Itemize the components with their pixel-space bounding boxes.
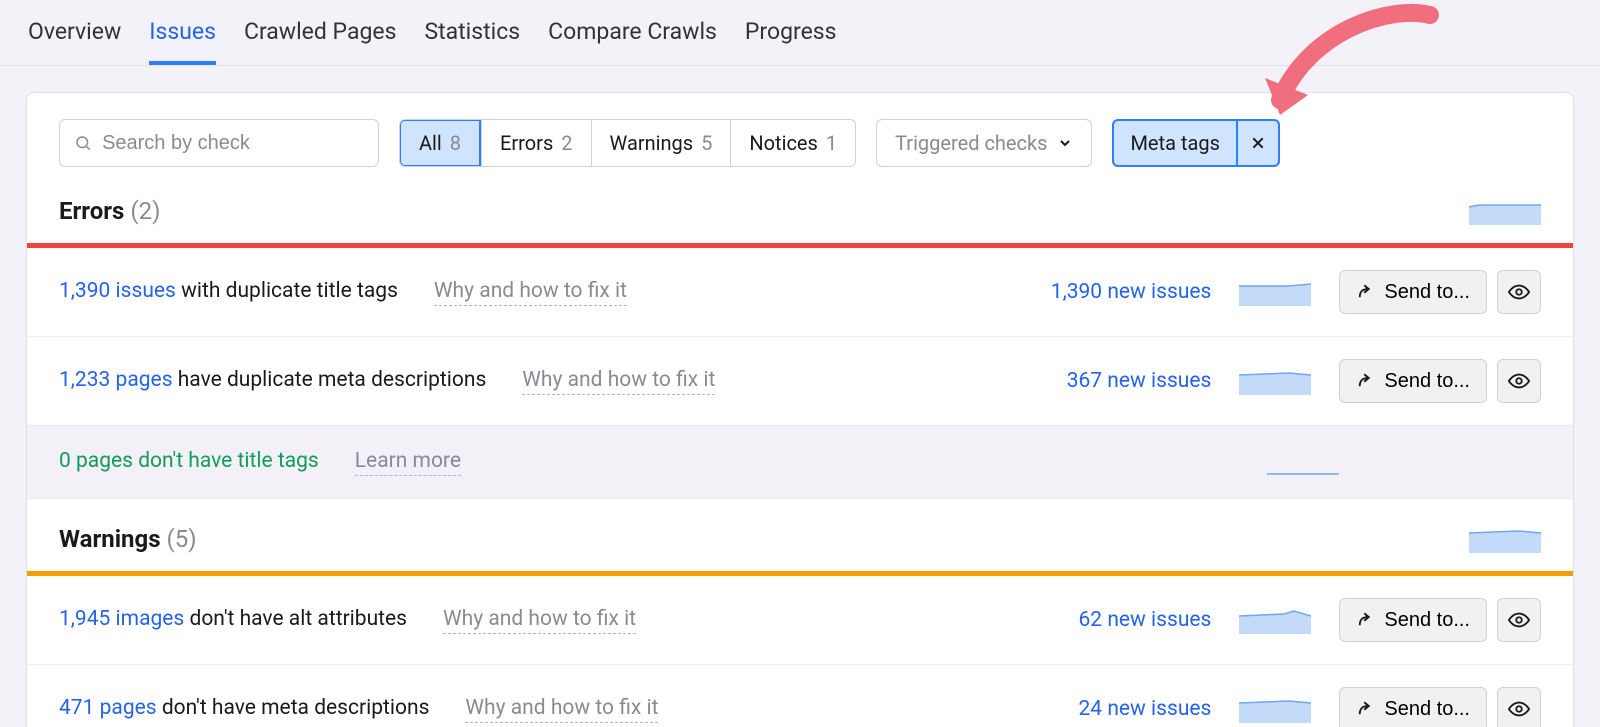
section-count-warnings: (5)	[167, 525, 197, 553]
learn-more-link[interactable]: Learn more	[355, 449, 461, 476]
close-icon	[1250, 135, 1266, 151]
row-spark	[1239, 695, 1311, 723]
filter-notices-count: 1	[826, 131, 837, 155]
eye-icon	[1508, 698, 1530, 720]
tab-overview[interactable]: Overview	[28, 18, 121, 65]
issue-row: 471 pages don't have meta descriptions W…	[27, 665, 1573, 727]
filter-all[interactable]: All 8	[399, 119, 481, 167]
eye-icon	[1508, 609, 1530, 631]
section-spark-warnings	[1469, 525, 1541, 553]
send-to-label: Send to...	[1384, 281, 1470, 304]
issues-panel: All 8 Errors 2 Warnings 5 Notices 1 Trig…	[26, 92, 1574, 727]
filter-notices[interactable]: Notices 1	[730, 120, 855, 166]
section-head-errors: Errors (2)	[27, 171, 1573, 243]
filter-all-count: 8	[450, 131, 461, 155]
tab-issues[interactable]: Issues	[149, 18, 216, 65]
share-arrow-icon	[1356, 611, 1374, 629]
help-link[interactable]: Why and how to fix it	[465, 696, 658, 723]
issue-row-zero: 0 pages don't have title tags Learn more	[27, 426, 1573, 499]
share-arrow-icon	[1356, 700, 1374, 718]
new-issues-link[interactable]: 1,390 new issues	[1001, 280, 1211, 304]
issue-count-link[interactable]: 1,945 images	[59, 607, 184, 631]
share-arrow-icon	[1356, 283, 1374, 301]
eye-icon	[1508, 370, 1530, 392]
section-spark-errors	[1469, 197, 1541, 225]
triggered-checks-dropdown[interactable]: Triggered checks	[876, 119, 1092, 167]
search-input[interactable]	[102, 132, 364, 155]
send-to-button[interactable]: Send to...	[1339, 598, 1487, 642]
issue-desc: don't have meta descriptions	[157, 696, 430, 720]
filter-errors[interactable]: Errors 2	[481, 120, 590, 166]
chevron-down-icon	[1057, 135, 1073, 151]
category-filter: All 8 Errors 2 Warnings 5 Notices 1	[399, 119, 856, 167]
send-to-label: Send to...	[1384, 698, 1470, 721]
send-to-button[interactable]: Send to...	[1339, 687, 1487, 727]
triggered-checks-label: Triggered checks	[895, 131, 1047, 155]
help-link[interactable]: Why and how to fix it	[522, 368, 715, 395]
filter-errors-count: 2	[561, 131, 572, 155]
tab-progress[interactable]: Progress	[745, 18, 837, 65]
tab-crawled-pages[interactable]: Crawled Pages	[244, 18, 396, 65]
row-spark	[1267, 448, 1339, 476]
row-spark	[1239, 278, 1311, 306]
search-icon	[74, 133, 92, 153]
issue-desc: with duplicate title tags	[176, 279, 398, 303]
new-issues-link[interactable]: 24 new issues	[1001, 697, 1211, 721]
filter-warnings-label: Warnings	[610, 131, 694, 155]
filter-chip-meta-tags: Meta tags	[1112, 119, 1279, 167]
view-button[interactable]	[1497, 687, 1541, 727]
send-to-label: Send to...	[1384, 609, 1470, 632]
eye-icon	[1508, 281, 1530, 303]
tab-statistics[interactable]: Statistics	[424, 18, 520, 65]
new-issues-link[interactable]: 367 new issues	[1001, 369, 1211, 393]
send-to-label: Send to...	[1384, 370, 1470, 393]
section-title-errors: Errors	[59, 197, 124, 225]
help-link[interactable]: Why and how to fix it	[443, 607, 636, 634]
view-button[interactable]	[1497, 598, 1541, 642]
filter-all-label: All	[419, 131, 442, 155]
tab-compare-crawls[interactable]: Compare Crawls	[548, 18, 717, 65]
view-button[interactable]	[1497, 270, 1541, 314]
help-link[interactable]: Why and how to fix it	[434, 279, 627, 306]
issue-count-zero: 0 pages	[59, 449, 133, 473]
issue-count-link[interactable]: 471 pages	[59, 696, 157, 720]
filter-warnings[interactable]: Warnings 5	[591, 120, 731, 166]
issue-count-link[interactable]: 1,233 pages	[59, 368, 173, 392]
section-head-warnings: Warnings (5)	[27, 499, 1573, 571]
row-spark	[1239, 367, 1311, 395]
issue-row: 1,233 pages have duplicate meta descript…	[27, 337, 1573, 426]
chip-remove-button[interactable]	[1236, 121, 1278, 165]
toolbar: All 8 Errors 2 Warnings 5 Notices 1 Trig…	[27, 93, 1573, 171]
new-issues-link[interactable]: 62 new issues	[1001, 608, 1211, 632]
issue-count-link[interactable]: 1,390 issues	[59, 279, 176, 303]
row-spark	[1239, 606, 1311, 634]
view-button[interactable]	[1497, 359, 1541, 403]
chip-label: Meta tags	[1114, 131, 1235, 155]
issue-desc: don't have alt attributes	[184, 607, 407, 631]
issue-row: 1,390 issues with duplicate title tags W…	[27, 248, 1573, 337]
search-input-wrap[interactable]	[59, 119, 379, 167]
filter-notices-label: Notices	[749, 131, 817, 155]
issue-desc: have duplicate meta descriptions	[173, 368, 487, 392]
send-to-button[interactable]: Send to...	[1339, 359, 1487, 403]
top-tabs: Overview Issues Crawled Pages Statistics…	[0, 0, 1600, 66]
filter-warnings-count: 5	[701, 131, 712, 155]
filter-errors-label: Errors	[500, 131, 553, 155]
issue-row: 1,945 images don't have alt attributes W…	[27, 576, 1573, 665]
section-count-errors: (2)	[130, 197, 160, 225]
share-arrow-icon	[1356, 372, 1374, 390]
issue-desc: don't have title tags	[133, 449, 319, 473]
section-title-warnings: Warnings	[59, 525, 161, 553]
send-to-button[interactable]: Send to...	[1339, 270, 1487, 314]
